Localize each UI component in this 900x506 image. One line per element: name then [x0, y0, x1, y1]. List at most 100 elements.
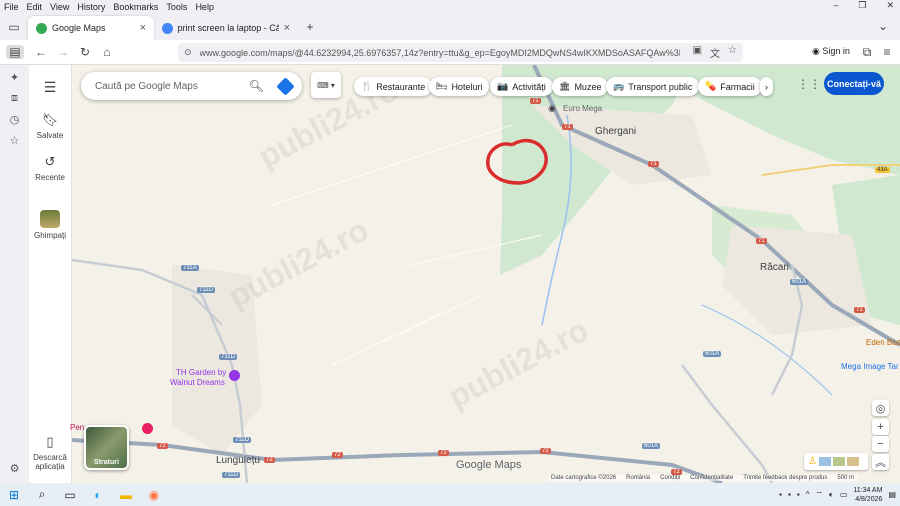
town-label-ghergani[interactable]: Ghergani [595, 126, 636, 137]
directions-icon[interactable] [276, 76, 295, 96]
tray-app-icon[interactable]: ▪ [797, 490, 800, 499]
map-canvas[interactable]: publi24.ro publi24.ro publi24.ro [72, 65, 900, 483]
clock[interactable]: 11:34 AM 4/8/2026 [853, 486, 882, 504]
firefox-icon[interactable]: ◉ [140, 488, 168, 502]
search-icon[interactable]: 🔍︎ [249, 79, 264, 93]
place-label-mega-image[interactable]: Mega Image Tar [841, 362, 899, 371]
sign-in-button[interactable]: Conectați-vă [824, 72, 884, 95]
sidebar-toggle-icon[interactable]: ▤ [6, 45, 24, 59]
app-menu-icon[interactable]: ≡ [878, 45, 896, 59]
road-shield: 71 [756, 238, 767, 244]
forward-button[interactable]: → [54, 45, 72, 59]
chip-pharmacies[interactable]: 💊 Farmacii [698, 77, 762, 96]
chip-public-transport[interactable]: 🚌 Transport public [606, 77, 700, 96]
menu-view[interactable]: View [46, 2, 73, 12]
ai-chatbot-icon[interactable]: ✦ [10, 71, 19, 84]
url-bar[interactable]: ⊙ www.google.com/maps/@44.6232994,25.697… [178, 43, 743, 62]
menu-hamburger-icon[interactable]: ☰ [44, 79, 57, 96]
menu-file[interactable]: File [0, 2, 23, 12]
extensions-icon[interactable]: ⧉ [858, 45, 876, 60]
menu-bookmarks[interactable]: Bookmarks [109, 2, 162, 12]
windows-start-icon[interactable]: ⊞ [0, 488, 28, 502]
customize-sidebar-icon[interactable]: ⚙ [10, 462, 20, 475]
chip-museums[interactable]: 🏛 Muzee [552, 77, 609, 96]
bookmark-star-icon[interactable]: ☆ [728, 45, 737, 60]
keyboard-input-button[interactable]: ⌨ ▾ [311, 72, 341, 98]
saved-button[interactable]: 🔖︎ Salvate [37, 112, 64, 140]
history-icon[interactable]: ◷ [10, 113, 20, 126]
menu-edit[interactable]: Edit [23, 2, 47, 12]
account-button[interactable]: ◉ Sign in [812, 46, 850, 57]
place-label-th-garden-line2[interactable]: Walnut Dreams [170, 378, 225, 387]
home-button[interactable]: ⌂ [98, 45, 116, 59]
search-box[interactable]: Caută pe Google Maps 🔍︎ [81, 72, 302, 100]
reload-button[interactable]: ↻ [76, 45, 94, 59]
zoom-in-button[interactable]: + [872, 419, 889, 435]
close-tab-icon[interactable]: × [140, 22, 146, 34]
town-label-racari[interactable]: Răcari [760, 262, 789, 273]
task-view-icon[interactable]: ▭ [56, 488, 84, 502]
chevron-up-icon[interactable]: ^ [806, 490, 810, 499]
imagery-thumb-icon[interactable] [846, 457, 859, 466]
expand-imagery-button[interactable]: ︽ [872, 454, 889, 470]
close-tab-icon[interactable]: × [284, 22, 290, 34]
scale-bar[interactable]: 500 m [837, 475, 854, 481]
battery-icon[interactable]: ▭ [840, 490, 848, 499]
menu-bar: File Edit View History Bookmarks Tools H… [0, 0, 900, 13]
tab-search[interactable]: print screen la laptop - Căutare × [154, 16, 298, 40]
translate-icon[interactable]: 文 [710, 45, 720, 60]
pegman-icon[interactable]: ♙ [808, 456, 817, 467]
hotel-pin-icon[interactable] [229, 370, 240, 381]
file-explorer-icon[interactable]: ▬ [112, 488, 140, 502]
new-tab-button[interactable]: + [298, 20, 322, 34]
site-info-icon[interactable]: ⊙ [184, 47, 192, 58]
attribution-terms[interactable]: Condiții [660, 475, 680, 481]
chip-hotels[interactable]: 🛏 Hoteluri [429, 77, 490, 96]
place-label-eden[interactable]: Eden Bist [866, 338, 900, 347]
search-icon[interactable]: ⌕ [28, 487, 56, 502]
place-label-pen[interactable]: Pen [70, 423, 84, 432]
chip-label: Farmacii [720, 81, 755, 92]
synced-tabs-icon[interactable]: ⧈ [11, 92, 18, 105]
place-label-th-garden[interactable]: TH Garden by [176, 368, 226, 377]
attribution-country[interactable]: România [626, 475, 650, 481]
chip-activities[interactable]: 📷 Activități [490, 77, 553, 96]
minimize-button[interactable]: – [833, 0, 838, 13]
tab-google-maps[interactable]: Google Maps × [28, 16, 154, 40]
search-input[interactable]: Caută pe Google Maps [95, 81, 198, 92]
list-tabs-icon[interactable]: ⌄ [874, 19, 892, 33]
attribution-privacy[interactable]: Confidențialitate [690, 475, 733, 481]
chip-restaurants[interactable]: 🍴 Restaurante [354, 77, 433, 96]
tab-overview-icon[interactable]: ▭ [0, 20, 28, 34]
imagery-thumb-icon[interactable] [832, 457, 845, 466]
layers-button[interactable]: Straturi [84, 425, 129, 470]
attribution-feedback[interactable]: Trimite feedback despre produs [743, 475, 827, 481]
place-pin-icon[interactable]: ◉ [548, 103, 556, 114]
edge-icon[interactable]: ◐ [84, 488, 112, 502]
notifications-icon[interactable]: ▤ [888, 490, 896, 499]
tray-app-icon[interactable]: ▪ [779, 490, 782, 499]
menu-tools[interactable]: Tools [162, 2, 191, 12]
tray-app-icon[interactable]: ▪ [788, 490, 791, 499]
guess-button[interactable]: Ghimpați [34, 210, 66, 240]
place-label-euro-mega[interactable]: Euro Mega [563, 104, 602, 113]
volume-icon[interactable]: 🔈︎ [829, 490, 834, 500]
shop-pin-icon[interactable] [142, 423, 153, 434]
imagery-thumb-icon[interactable] [818, 457, 831, 466]
download-app-button[interactable]: ▯ Descarcă aplicația [31, 434, 69, 471]
menu-history[interactable]: History [73, 2, 109, 12]
screenshot-icon[interactable]: ▣ [693, 45, 702, 60]
street-view-controls[interactable]: ♙ [804, 453, 868, 470]
menu-help[interactable]: Help [191, 2, 218, 12]
bookmarks-icon[interactable]: ☆ [10, 134, 20, 147]
url-text[interactable]: www.google.com/maps/@44.6232994,25.69763… [200, 48, 680, 58]
my-location-button[interactable]: ◎ [872, 400, 889, 416]
maximize-button[interactable]: ❐ [858, 0, 866, 13]
chips-next-button[interactable]: › [760, 77, 773, 96]
back-button[interactable]: ← [32, 45, 50, 59]
town-label-lungulet[interactable]: Lungulețu [216, 455, 260, 466]
zoom-out-button[interactable]: − [872, 436, 889, 452]
network-icon[interactable]: ⌔ [815, 490, 823, 500]
close-window-button[interactable]: ✕ [886, 0, 894, 13]
recent-button[interactable]: ↺ Recente [35, 154, 65, 182]
